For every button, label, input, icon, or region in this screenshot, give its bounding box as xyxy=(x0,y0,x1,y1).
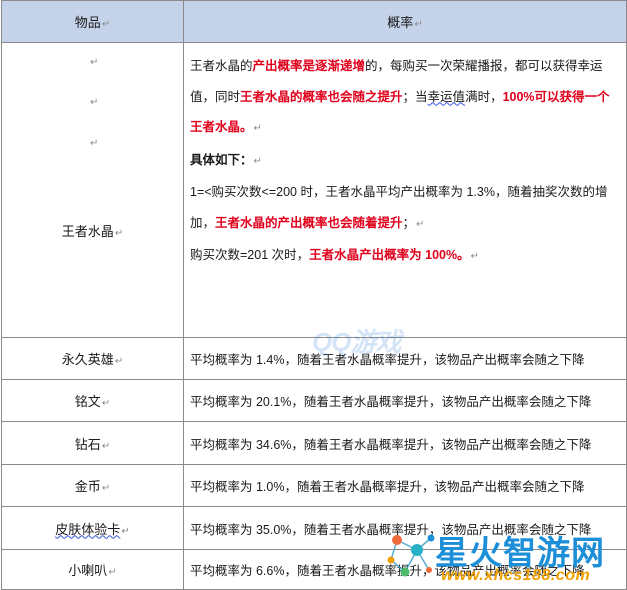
para-mark: ↵ xyxy=(90,57,99,68)
description-text: 平均概率为 1.0%，随着王者水晶概率提升，该物品产出概率会随之下降 xyxy=(190,480,585,494)
table-row: 金币↵ 平均概率为 1.0%，随着王者水晶概率提升，该物品产出概率会随之下降 xyxy=(1,464,627,507)
table-row: 皮肤体验卡↵ 平均概率为 35.0%，随着王者水晶概率提升，该物品产出概率会随之下… xyxy=(1,506,627,550)
description-paragraph: 具体如下：↵ xyxy=(190,145,620,178)
emphasis-text: 王者水晶的概率也会随之提升 xyxy=(240,89,403,104)
description-text: 王者水晶的 xyxy=(190,59,253,73)
item-cell: 小喇叭↵ xyxy=(1,549,184,590)
para-mark: ↵ xyxy=(90,138,99,149)
table-row: 永久英雄↵ 平均概率为 1.4%，随着王者水晶概率提升，该物品产出概率会随之下降 xyxy=(1,337,627,380)
item-label: 小喇叭 xyxy=(68,563,108,578)
spellcheck-text: 幸运值 xyxy=(427,89,466,104)
table-row-king-crystal: ↵ ↵ ↵ 王者水晶↵ 王者水晶的产出概率是逐渐递增的，每购买一次荣耀播报，都可… xyxy=(1,42,627,338)
description-text: 购买次数=201 次时， xyxy=(190,248,310,262)
description-text: 平均概率为 20.1%，随着王者水晶概率提升，该物品产出概率会随之下降 xyxy=(190,395,592,409)
subheading-text: 具体如下： xyxy=(190,152,253,167)
item-label: 钻石 xyxy=(74,436,101,452)
table-row: 钻石↵ 平均概率为 34.6%，随着王者水晶概率提升，该物品产出概率会随之下降 xyxy=(1,421,627,465)
description-cell: 平均概率为 34.6%，随着王者水晶概率提升，该物品产出概率会随之下降 xyxy=(183,421,627,465)
item-cell: ↵ ↵ ↵ 王者水晶↵ xyxy=(1,42,184,338)
emphasis-text: 王者水晶产出概率为 100%。 xyxy=(309,248,470,262)
para-mark: ↵ xyxy=(108,567,117,578)
description-paragraph: 1=<购买次数<=200 时，王者水晶平均产出概率为 1.3%，随着抽奖次数的增… xyxy=(190,177,620,240)
description-text: ；当 xyxy=(402,89,428,104)
para-mark: ↵ xyxy=(114,356,124,367)
description-cell: 平均概率为 35.0%，随着王者水晶概率提升，该物品产出概率会随之下降 xyxy=(183,506,627,550)
item-cell: 永久英雄↵ xyxy=(1,337,184,380)
header-item-label: 物品 xyxy=(74,15,101,30)
emphasis-text: 王者水晶的产出概率也会随着提升 xyxy=(215,215,403,230)
para-mark: ↵ xyxy=(121,525,130,537)
description-text: 满时， xyxy=(465,89,503,104)
header-item: 物品↵ xyxy=(1,0,184,43)
description-text: 平均概率为 6.6%，随着王者水晶概率提升，该物品产出概率会随之下降 xyxy=(190,564,585,578)
description-cell: 平均概率为 20.1%，随着王者水晶概率提升，该物品产出概率会随之下降 xyxy=(183,379,627,422)
description-text: 平均概率为 35.0%，随着王者水晶概率提升，该物品产出概率会随之下降 xyxy=(190,522,592,537)
description-paragraph: 王者水晶的产出概率是逐渐递增的，每购买一次荣耀播报，都可以获得幸运值，同时王者水… xyxy=(190,51,620,145)
table-row: 小喇叭↵ 平均概率为 6.6%，随着王者水晶概率提升，该物品产出概率会随之下降 xyxy=(1,549,627,590)
para-mark: ↵ xyxy=(101,398,111,409)
item-label: 金币 xyxy=(74,479,101,494)
item-cell: 钻石↵ xyxy=(1,421,184,465)
para-mark: ↵ xyxy=(253,155,262,167)
item-label: 铭文 xyxy=(74,394,101,409)
probability-table: 物品↵ 概率↵ ↵ ↵ ↵ 王者水晶↵ 王者水晶的产出概率是逐渐递增的，每购买一… xyxy=(1,0,627,590)
header-probability-mark: ↵ xyxy=(414,19,423,30)
description-cell: 平均概率为 6.6%，随着王者水晶概率提升，该物品产出概率会随之下降 xyxy=(183,549,627,590)
para-mark: ↵ xyxy=(416,218,425,230)
item-cell: 皮肤体验卡↵ xyxy=(1,506,184,550)
description-body: 王者水晶的产出概率是逐渐递增的，每购买一次荣耀播报，都可以获得幸运值，同时王者水… xyxy=(190,51,620,273)
header-row: 物品↵ 概率↵ xyxy=(1,0,627,43)
description-text: 平均概率为 1.4%，随着王者水晶概率提升，该物品产出概率会随之下降 xyxy=(190,353,585,367)
para-mark: ↵ xyxy=(253,123,262,134)
item-label: 王者水晶 xyxy=(61,224,114,239)
item-label: 皮肤体验卡 xyxy=(55,521,121,537)
emphasis-text: 产出概率是逐渐递增 xyxy=(252,59,366,73)
description-cell: 王者水晶的产出概率是逐渐递增的，每购买一次荣耀播报，都可以获得幸运值，同时王者水… xyxy=(183,42,627,338)
item-cell: 金币↵ xyxy=(1,464,184,507)
description-paragraph: 购买次数=201 次时，王者水晶产出概率为 100%。↵ xyxy=(190,240,620,273)
para-mark: ↵ xyxy=(101,440,111,452)
header-item-mark: ↵ xyxy=(101,19,111,30)
header-probability: 概率↵ xyxy=(183,0,627,43)
para-mark: ↵ xyxy=(114,228,124,239)
item-label-wrap: 王者水晶↵ xyxy=(2,221,183,240)
para-mark: ↵ xyxy=(90,97,99,108)
para-mark: ↵ xyxy=(101,483,111,494)
item-label: 永久英雄 xyxy=(61,352,114,367)
description-cell: 平均概率为 1.4%，随着王者水晶概率提升，该物品产出概率会随之下降 xyxy=(183,337,627,380)
description-text: 平均概率为 34.6%，随着王者水晶概率提升，该物品产出概率会随之下降 xyxy=(190,437,592,452)
para-mark: ↵ xyxy=(470,251,479,262)
item-cell: 铭文↵ xyxy=(1,379,184,422)
table-row: 铭文↵ 平均概率为 20.1%，随着王者水晶概率提升，该物品产出概率会随之下降 xyxy=(1,379,627,422)
description-text: ； xyxy=(402,215,416,230)
description-cell: 平均概率为 1.0%，随着王者水晶概率提升，该物品产出概率会随之下降 xyxy=(183,464,627,507)
header-probability-label: 概率 xyxy=(387,15,414,30)
